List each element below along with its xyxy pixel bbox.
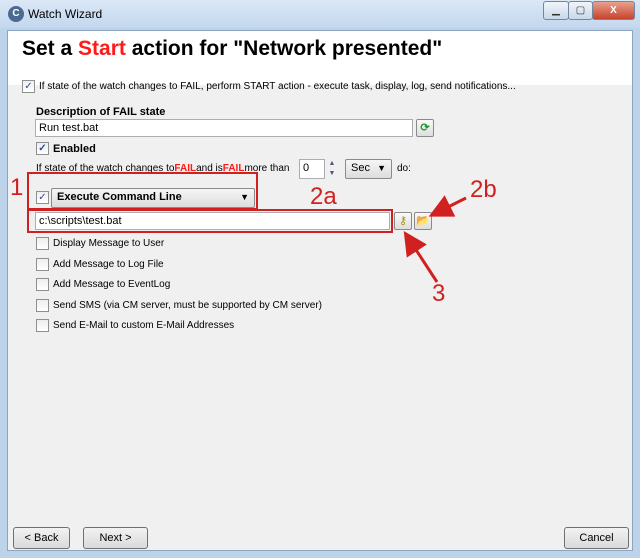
annotation-arrows <box>403 195 467 283</box>
annotation-arrow-3 <box>403 230 439 283</box>
annotation-arrow-2b <box>428 195 467 217</box>
